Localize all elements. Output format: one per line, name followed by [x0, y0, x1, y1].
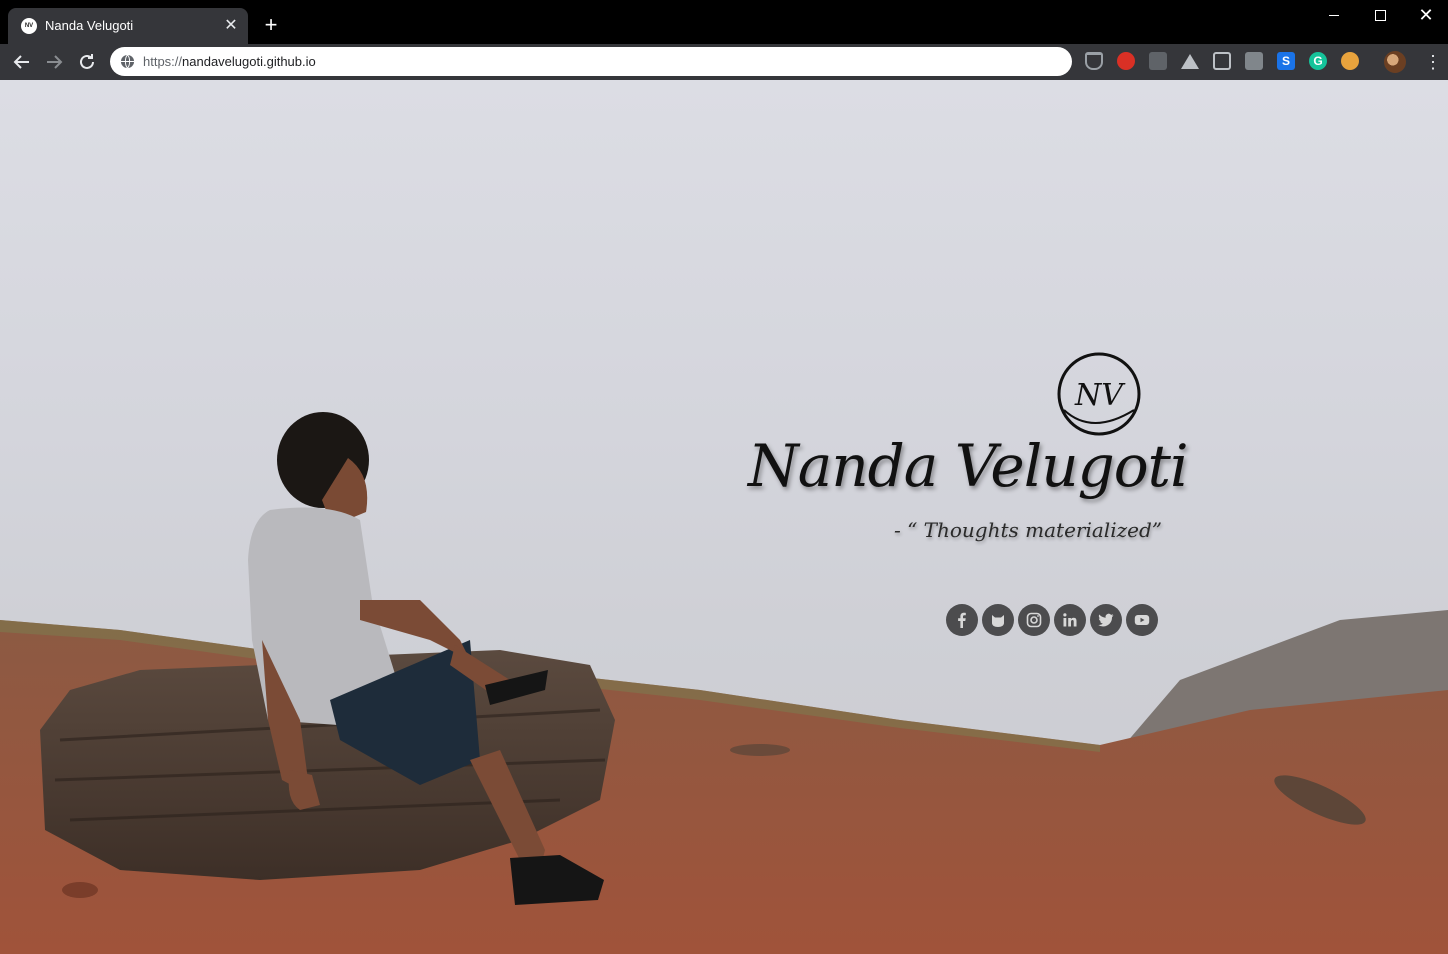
github-icon [992, 615, 1004, 627]
twitter-button[interactable] [1090, 604, 1122, 636]
reader-icon[interactable] [1213, 52, 1231, 70]
youtube-icon [1134, 615, 1150, 625]
lightbulb-icon[interactable] [1149, 52, 1167, 70]
nv-logo-icon: NV [1057, 352, 1141, 436]
youtube-button[interactable] [1126, 604, 1158, 636]
tab-title: Nanda Velugoti [45, 18, 134, 33]
hero-tagline: - “ Thoughts materialized” [893, 518, 1162, 542]
twitter-icon [1098, 613, 1114, 627]
drive-icon[interactable] [1181, 54, 1199, 69]
window-minimize-button[interactable] [1311, 4, 1357, 28]
back-button[interactable] [10, 50, 34, 74]
hero-background-photo [0, 412, 1448, 954]
url-scheme: https:// [143, 54, 183, 69]
facebook-icon [958, 612, 966, 628]
linkedin-icon [1063, 613, 1077, 627]
tab-favicon-icon: NV [21, 18, 37, 34]
tab-close-icon[interactable]: ✕ [222, 17, 240, 35]
github-button[interactable] [982, 604, 1014, 636]
browser-toolbar: https://nandavelugoti.github.io S G ⋮ [0, 44, 1448, 80]
social-links [946, 604, 1158, 636]
arrow-right-icon [47, 55, 63, 69]
grammarly-icon[interactable]: G [1309, 52, 1327, 70]
page-viewport: NV Nanda Velugoti - “ Thoughts materiali… [0, 80, 1448, 954]
reload-icon [80, 54, 94, 69]
reload-button[interactable] [75, 50, 99, 74]
adblock-icon[interactable] [1117, 52, 1135, 70]
linkedin-button[interactable] [1054, 604, 1086, 636]
window-maximize-button[interactable] [1357, 4, 1403, 28]
facebook-button[interactable] [946, 604, 978, 636]
browser-tab[interactable]: NV Nanda Velugoti ✕ [8, 8, 248, 44]
url-host: nandavelugoti.github.io [182, 54, 316, 69]
pocket-icon[interactable] [1085, 52, 1103, 70]
terminal-icon[interactable] [1245, 52, 1263, 70]
hero-name: Nanda Velugoti [748, 432, 1189, 500]
arrow-left-icon [13, 55, 29, 69]
url-text: https://nandavelugoti.github.io [143, 54, 316, 69]
new-tab-button[interactable]: + [260, 14, 282, 36]
forward-button[interactable] [42, 50, 66, 74]
window-close-button[interactable]: ✕ [1403, 4, 1448, 28]
instagram-button[interactable] [1018, 604, 1050, 636]
profile-avatar[interactable] [1384, 51, 1406, 73]
address-bar[interactable]: https://nandavelugoti.github.io [110, 47, 1072, 76]
globe-icon [120, 54, 135, 69]
instagram-icon [1026, 612, 1042, 628]
owl-icon[interactable] [1341, 52, 1359, 70]
browser-titlebar: NV Nanda Velugoti ✕ + ✕ [0, 0, 1448, 44]
logo-text: NV [1074, 378, 1126, 413]
s-icon[interactable]: S [1277, 52, 1295, 70]
more-menu-icon[interactable]: ⋮ [1424, 52, 1442, 72]
